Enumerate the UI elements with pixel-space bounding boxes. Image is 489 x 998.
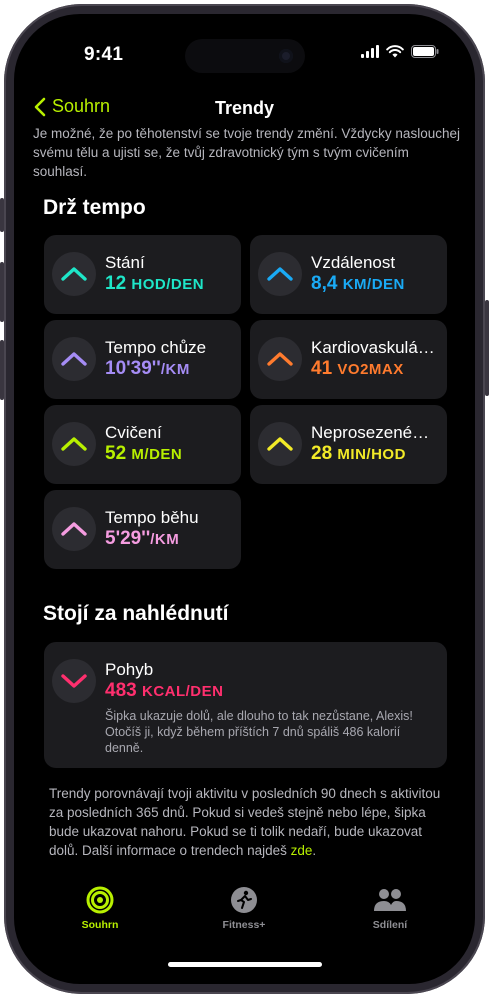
trend-icon-circle [258, 252, 302, 296]
trend-value: 12 HOD/DEN [105, 273, 204, 295]
tab-label-fitness-plus: Fitness+ [222, 919, 266, 931]
trend-card[interactable]: Cvičení 52 M/DEN [44, 405, 241, 484]
action-button [0, 198, 4, 232]
trend-card[interactable]: Stání 12 HOD/DEN [44, 235, 241, 314]
chevron-up-icon [61, 522, 87, 536]
footer-text: Trendy porovnávají tvoji aktivitu v posl… [49, 784, 449, 860]
highlight-value: 483 KCAL/DEN [105, 680, 223, 702]
section-title-keep-pace: Drž tempo [43, 196, 146, 219]
highlight-value-number: 483 [105, 680, 137, 701]
trend-value-unit: HOD/DEN [131, 276, 205, 293]
phone-screen: 9:41 Souhrn Trendy Je možné, že po těhot… [14, 14, 475, 984]
battery-icon [411, 45, 439, 58]
trend-title: Cvičení [105, 423, 162, 442]
tab-bar: Souhrn Fitness+ Sdílení [14, 886, 475, 946]
tab-label-sharing: Sdílení [372, 919, 408, 931]
chevron-down-icon [61, 674, 87, 688]
chevron-up-icon [61, 437, 87, 451]
trend-icon-circle [52, 659, 96, 703]
footer-end: . [312, 843, 317, 858]
chevron-up-icon [61, 352, 87, 366]
trend-icon-circle [52, 507, 96, 551]
intro-text: Je možné, že po těhotenství se tvoje tre… [33, 126, 460, 179]
trend-value-unit: VO2MAX [337, 361, 404, 378]
status-icons [361, 45, 439, 58]
trend-title: Tempo chůze [105, 338, 207, 357]
tab-label-summary: Souhrn [81, 919, 119, 931]
trend-value: 28 MIN/HOD [311, 443, 406, 465]
trend-value-number: 10'39'' [105, 358, 161, 379]
volume-up-button [0, 262, 4, 322]
running-figure-icon [231, 887, 257, 913]
volume-down-button [0, 340, 4, 400]
section-title-worth-a-look: Stojí za nahlédnutí [43, 602, 229, 625]
trend-card[interactable]: Kardiovaskulá… 41 VO2MAX [250, 320, 447, 399]
power-button [485, 300, 489, 396]
trend-card[interactable]: Tempo běhu 5'29''/KM [44, 490, 241, 569]
highlight-title: Pohyb [105, 660, 154, 679]
trend-icon-circle [52, 422, 96, 466]
home-indicator [168, 962, 322, 967]
trend-title: Neprosezené… [311, 423, 430, 442]
status-time: 9:41 [84, 44, 124, 65]
trend-value-unit: /KM [150, 531, 180, 548]
trend-icon-circle [258, 422, 302, 466]
trend-value: 5'29''/KM [105, 528, 179, 550]
trend-value-unit: /KM [160, 361, 190, 378]
trend-title: Stání [105, 253, 145, 272]
highlight-description: Šipka ukazuje dolů, ale dlouho to tak ne… [105, 709, 413, 755]
learn-more-link[interactable]: zde [291, 843, 313, 858]
camera-icon [279, 49, 293, 63]
status-bar: 9:41 [14, 14, 475, 73]
trend-title: Kardiovaskulá… [311, 338, 435, 357]
trend-card[interactable]: Vzdálenost 8,4 KM/DEN [250, 235, 447, 314]
wifi-icon [386, 45, 404, 58]
trend-icon-circle [52, 337, 96, 381]
trend-card[interactable]: Tempo chůze 10'39''/KM [44, 320, 241, 399]
activity-rings-icon [86, 886, 114, 914]
trend-value-number: 8,4 [311, 273, 338, 294]
trend-value: 10'39''/KM [105, 358, 190, 380]
trend-value-number: 12 [105, 273, 127, 294]
footer-body: Trendy porovnávají tvoji aktivitu v posl… [49, 786, 441, 858]
trend-icon-circle [258, 337, 302, 381]
tab-sharing[interactable]: Sdílení [340, 886, 440, 931]
tab-summary[interactable]: Souhrn [50, 886, 150, 931]
highlight-card-move[interactable]: Pohyb 483 KCAL/DEN Šipka ukazuje dolů, a… [44, 642, 447, 768]
tab-fitness-plus[interactable]: Fitness+ [194, 886, 294, 931]
chevron-up-icon [267, 437, 293, 451]
trend-value-number: 41 [311, 358, 333, 379]
dynamic-island [185, 39, 305, 73]
trend-value-unit: MIN/HOD [337, 446, 406, 463]
trend-value: 41 VO2MAX [311, 358, 404, 380]
navigation-bar: Souhrn Trendy [14, 96, 475, 126]
highlight-value-unit: KCAL/DEN [141, 683, 224, 700]
trend-value-unit: M/DEN [131, 446, 183, 463]
trend-value-number: 5'29'' [105, 528, 151, 549]
trend-title: Vzdálenost [311, 253, 396, 272]
trend-title: Tempo běhu [105, 508, 199, 527]
trend-value-number: 52 [105, 443, 127, 464]
trend-icon-circle [52, 252, 96, 296]
trend-value-number: 28 [311, 443, 333, 464]
trend-value: 52 M/DEN [105, 443, 182, 465]
chevron-up-icon [267, 352, 293, 366]
page-title: Trendy [214, 98, 275, 118]
cellular-signal-icon [361, 45, 379, 58]
trend-card[interactable]: Neprosezené… 28 MIN/HOD [250, 405, 447, 484]
chevron-up-icon [61, 267, 87, 281]
chevron-up-icon [267, 267, 293, 281]
trend-value-unit: KM/DEN [342, 276, 405, 293]
people-icon [374, 889, 406, 911]
trend-value: 8,4 KM/DEN [311, 273, 405, 295]
